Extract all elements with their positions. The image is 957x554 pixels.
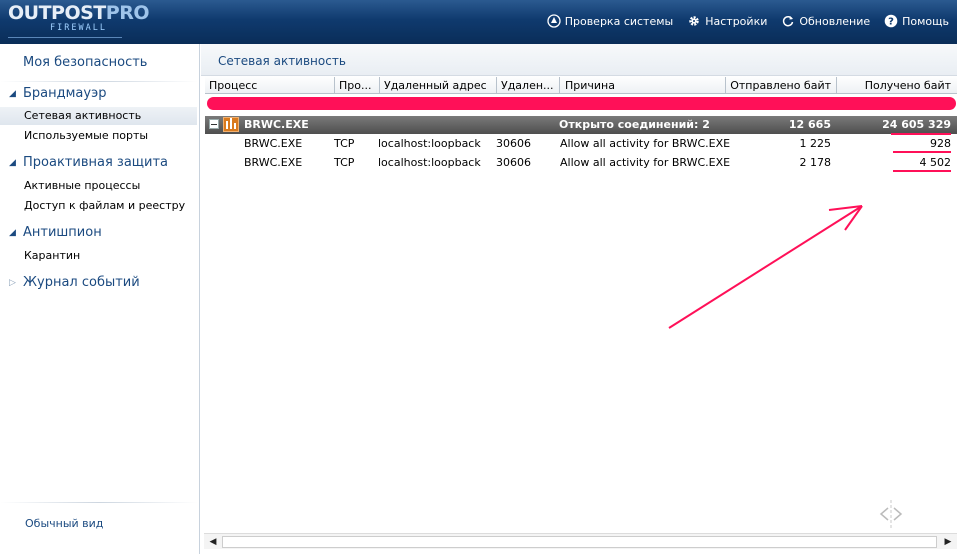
- table-header: Процесс Про... Удаленный адрес Удален...…: [205, 76, 957, 94]
- cell-remote-address: localhost:loopback: [378, 137, 481, 150]
- annotation-underline: [891, 133, 951, 135]
- column-header-remote-address[interactable]: Удаленный адрес: [384, 79, 494, 92]
- column-header-protocol[interactable]: Про...: [339, 79, 375, 92]
- sidebar-item-active-processes[interactable]: Активные процессы: [24, 179, 140, 192]
- system-scan-button[interactable]: Проверка системы: [547, 14, 674, 28]
- cell-protocol: TCP: [334, 137, 355, 150]
- help-label: Помощь: [902, 14, 949, 28]
- sidebar-section-proactive[interactable]: ◢ Проактивная защита: [9, 155, 168, 170]
- column-divider[interactable]: [496, 77, 497, 93]
- sidebar: Моя безопасность ◢ Брандмауэр Сетевая ак…: [0, 44, 200, 554]
- column-header-bytes-received[interactable]: Получено байт: [841, 79, 951, 92]
- settings-label: Настройки: [705, 14, 768, 28]
- sidebar-bottom-divider: [0, 502, 198, 503]
- column-header-reason[interactable]: Причина: [565, 79, 715, 92]
- expanded-arrow-icon: ◢: [9, 227, 16, 238]
- collapsed-arrow-icon: ▷: [9, 277, 16, 288]
- svg-text:?: ?: [888, 17, 894, 28]
- main-panel: Сетевая активность Процесс Про... Удален…: [201, 44, 957, 554]
- annotation-underline: [893, 151, 951, 153]
- sidebar-divider: [0, 81, 198, 82]
- cell-bytes-sent: 1 225: [799, 137, 832, 150]
- logo-divider: [8, 37, 122, 38]
- application-icon: [223, 117, 239, 132]
- scroll-left-arrow-icon[interactable]: ◀: [206, 536, 220, 548]
- group-process-name: BRWC.EXE: [244, 118, 309, 131]
- cell-remote-port: 30606: [496, 137, 531, 150]
- help-button[interactable]: ? Помощь: [884, 14, 949, 28]
- column-divider[interactable]: [559, 77, 560, 93]
- logo-subtitle: FIREWALL: [50, 23, 107, 33]
- help-icon: ?: [884, 14, 898, 28]
- group-connections-count: Открыто соединений: 2: [559, 118, 710, 131]
- column-header-bytes-sent[interactable]: Отправлено байт: [727, 79, 831, 92]
- scroll-right-arrow-icon[interactable]: ▶: [941, 536, 955, 548]
- cell-process: BRWC.EXE: [244, 156, 303, 169]
- sidebar-item-used-ports[interactable]: Используемые порты: [24, 129, 148, 142]
- view-mode-link[interactable]: Обычный вид: [25, 517, 103, 530]
- column-divider[interactable]: [836, 77, 837, 93]
- table-row[interactable]: BRWC.EXE TCP localhost:loopback 30606 Al…: [205, 153, 957, 172]
- cell-bytes-received: 928: [930, 137, 951, 150]
- group-bytes-sent: 12 665: [788, 118, 831, 131]
- cell-bytes-sent: 2 178: [799, 156, 832, 169]
- sidebar-item-quarantine[interactable]: Карантин: [24, 249, 80, 262]
- cell-bytes-received: 4 502: [919, 156, 952, 169]
- annotation-underline: [893, 170, 951, 172]
- sidebar-section-event-log[interactable]: ▷ Журнал событий: [9, 275, 140, 290]
- outpost-logo: OUTPOSTPRO FIREWALL: [8, 4, 149, 33]
- sidebar-section-firewall[interactable]: ◢ Брандмауэр: [9, 86, 106, 101]
- logo-pro-text: PRO: [105, 2, 150, 24]
- update-label: Обновление: [799, 14, 871, 28]
- sidebar-item-file-registry-access[interactable]: Доступ к файлам и реестру: [24, 199, 185, 212]
- refresh-icon: [783, 15, 794, 27]
- cell-reason: Allow all activity for BRWC.EXE: [560, 137, 731, 150]
- settings-button[interactable]: Настройки: [687, 14, 767, 28]
- group-bytes-received: 24 605 329: [882, 118, 951, 131]
- logo-main-text: OUTPOST: [8, 2, 106, 24]
- scan-icon: [547, 14, 561, 28]
- sidebar-title[interactable]: Моя безопасность: [23, 55, 147, 70]
- update-button[interactable]: Обновление: [781, 14, 870, 28]
- expanded-arrow-icon: ◢: [9, 157, 16, 168]
- cell-protocol: TCP: [334, 156, 355, 169]
- table-group-row[interactable]: BRWC.EXE Открыто соединений: 2 12 665 24…: [205, 116, 957, 134]
- cell-reason: Allow all activity for BRWC.EXE: [560, 156, 731, 169]
- cell-remote-address: localhost:loopback: [378, 156, 481, 169]
- cell-remote-port: 30606: [496, 156, 531, 169]
- sidebar-section-label: Журнал событий: [23, 275, 140, 290]
- top-header: OUTPOSTPRO FIREWALL Проверка системы Нас…: [0, 0, 957, 44]
- sidebar-item-network-activity[interactable]: Сетевая активность: [24, 109, 141, 122]
- scrollbar-thumb[interactable]: [222, 536, 937, 548]
- main-title-bar: Сетевая активность: [201, 44, 957, 76]
- sidebar-section-label: Антишпион: [23, 225, 102, 240]
- cell-process: BRWC.EXE: [244, 137, 303, 150]
- page-title: Сетевая активность: [218, 54, 346, 68]
- column-header-process[interactable]: Процесс: [209, 79, 331, 92]
- table-row[interactable]: BRWC.EXE TCP localhost:loopback 30606 Al…: [205, 134, 957, 153]
- column-divider[interactable]: [379, 77, 380, 93]
- column-divider[interactable]: [725, 77, 726, 93]
- splitter-handle-icon[interactable]: [876, 500, 906, 530]
- horizontal-scrollbar[interactable]: ◀ ▶: [204, 533, 957, 549]
- system-scan-label: Проверка системы: [564, 14, 674, 28]
- column-header-remote-port[interactable]: Удален...: [501, 79, 555, 92]
- expanded-arrow-icon: ◢: [9, 88, 16, 99]
- collapse-toggle-icon[interactable]: [209, 119, 219, 129]
- sidebar-section-antispyware[interactable]: ◢ Антишпион: [9, 225, 102, 240]
- gear-icon: [689, 16, 699, 26]
- top-menu: Проверка системы Настройки Обновление ? …: [547, 14, 949, 28]
- red-highlight-bar: [207, 97, 956, 110]
- sidebar-section-label: Брандмауэр: [23, 86, 107, 101]
- sidebar-section-label: Проактивная защита: [23, 155, 169, 170]
- column-divider[interactable]: [334, 77, 335, 93]
